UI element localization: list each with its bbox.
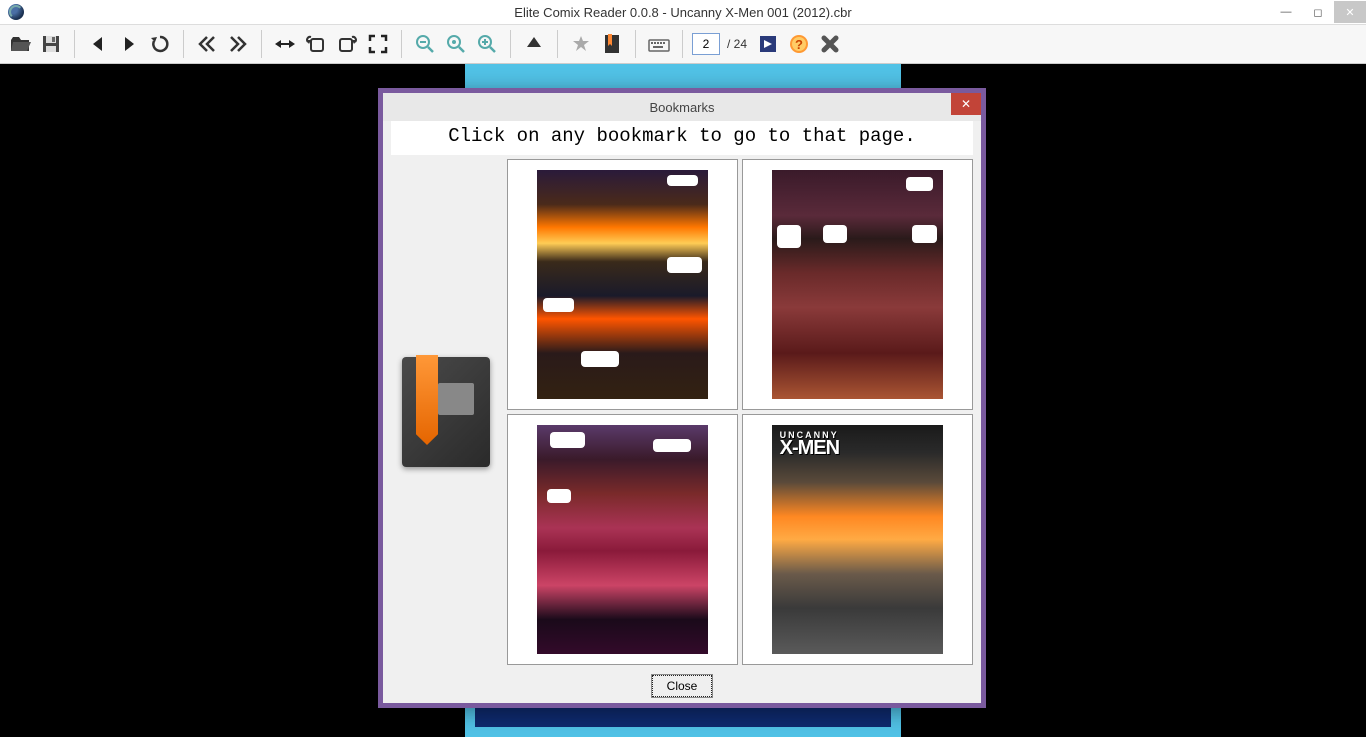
minimize-button[interactable]: — (1270, 1, 1302, 23)
window-titlebar: Elite Comix Reader 0.0.8 - Uncanny X-Men… (0, 0, 1366, 24)
bookmarks-dialog: Bookmarks ✕ Click on any bookmark to go … (378, 88, 986, 708)
close-button[interactable]: Close (652, 675, 713, 697)
thumb-image (537, 425, 709, 654)
close-window-button[interactable]: ✕ (1334, 1, 1366, 23)
page-number-input[interactable] (692, 33, 720, 55)
help-button[interactable]: ? (785, 30, 813, 58)
bookmark-grid: UNCANNY X-MEN (507, 159, 973, 665)
open-button[interactable] (6, 30, 34, 58)
toolbar-separator (682, 30, 683, 58)
keyboard-button[interactable] (645, 30, 673, 58)
rotate-cw-button[interactable] (333, 30, 361, 58)
dialog-close-icon[interactable]: ✕ (951, 93, 981, 115)
page-total-label: / 24 (727, 37, 747, 51)
maximize-button[interactable]: ◻ (1302, 1, 1334, 23)
bookmark-thumb-3[interactable] (507, 414, 738, 665)
save-button[interactable] (37, 30, 65, 58)
bookmark-button[interactable] (598, 30, 626, 58)
bookmark-thumb-4[interactable]: UNCANNY X-MEN (742, 414, 973, 665)
favorite-button[interactable] (567, 30, 595, 58)
toolbar-separator (183, 30, 184, 58)
next-page-button[interactable] (115, 30, 143, 58)
dialog-titlebar[interactable]: Bookmarks ✕ (383, 93, 981, 121)
window-controls: — ◻ ✕ (1270, 1, 1366, 23)
fullscreen-button[interactable] (364, 30, 392, 58)
toolbar-separator (401, 30, 402, 58)
bookmark-icon (402, 357, 490, 467)
toolbar-separator (261, 30, 262, 58)
bookmark-thumb-2[interactable] (742, 159, 973, 410)
toolbar-separator (74, 30, 75, 58)
dialog-title: Bookmarks (649, 100, 714, 115)
thumb-image: UNCANNY X-MEN (772, 425, 944, 654)
rotate-ccw-button[interactable] (302, 30, 330, 58)
zoom-out-button[interactable] (411, 30, 439, 58)
refresh-button[interactable] (146, 30, 174, 58)
fit-width-button[interactable] (271, 30, 299, 58)
dialog-instruction: Click on any bookmark to go to that page… (391, 121, 973, 155)
bookmark-sidebar (391, 159, 501, 665)
window-title: Elite Comix Reader 0.0.8 - Uncanny X-Men… (514, 5, 851, 20)
goto-page-button[interactable] (754, 30, 782, 58)
exit-button[interactable] (816, 30, 844, 58)
thumb-image (537, 170, 709, 399)
cover-logo: UNCANNY X-MEN (780, 431, 936, 457)
toolbar-separator (510, 30, 511, 58)
prev-page-button[interactable] (84, 30, 112, 58)
first-page-button[interactable] (193, 30, 221, 58)
toolbar-separator (557, 30, 558, 58)
scroll-up-button[interactable] (520, 30, 548, 58)
zoom-reset-button[interactable] (442, 30, 470, 58)
dialog-footer: Close (383, 669, 981, 703)
zoom-in-button[interactable] (473, 30, 501, 58)
svg-text:?: ? (795, 37, 803, 52)
thumb-image (772, 170, 944, 399)
bookmark-thumb-1[interactable] (507, 159, 738, 410)
dialog-body: UNCANNY X-MEN (383, 155, 981, 669)
toolbar-separator (635, 30, 636, 58)
last-page-button[interactable] (224, 30, 252, 58)
app-icon (8, 4, 24, 20)
main-toolbar: / 24 ? (0, 24, 1366, 64)
